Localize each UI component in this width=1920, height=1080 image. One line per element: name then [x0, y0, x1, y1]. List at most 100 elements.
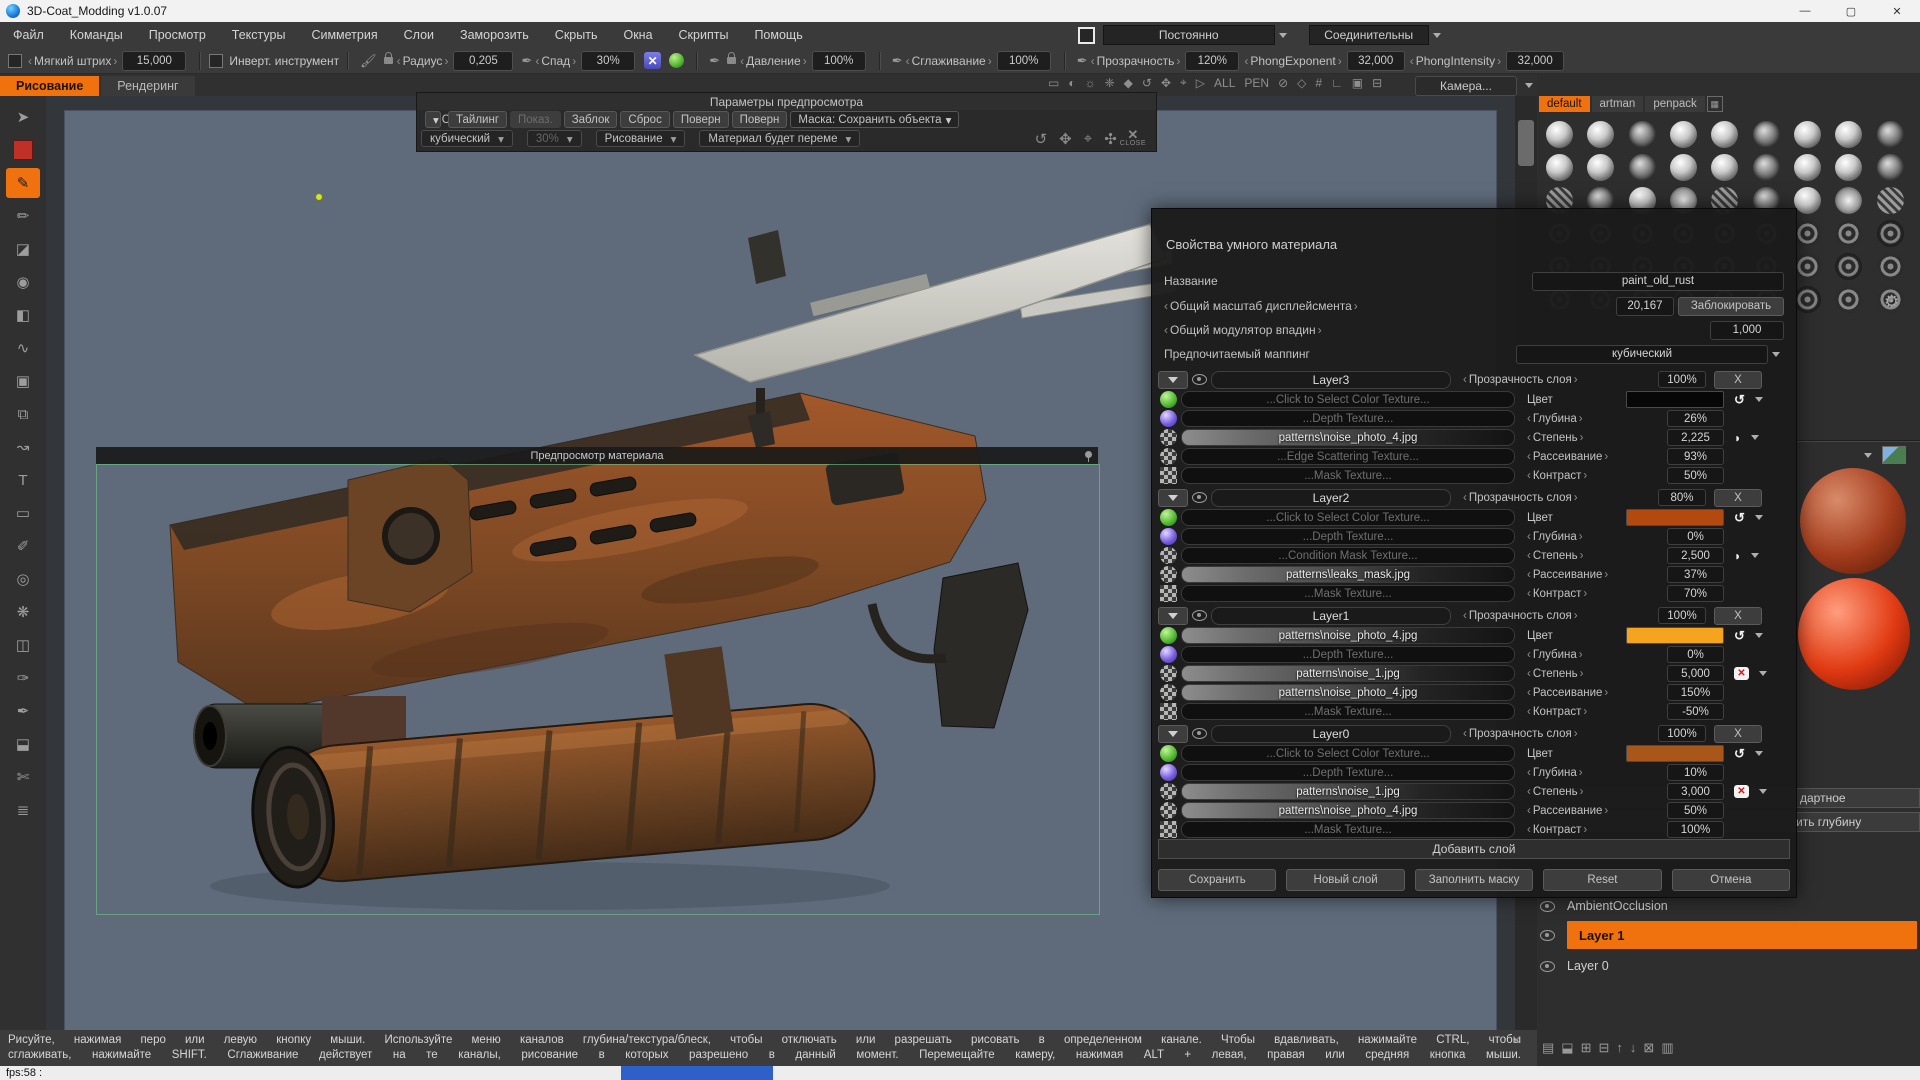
- degree-label[interactable]: Степень: [1527, 786, 1663, 798]
- trash-icon[interactable]: ⬓: [1561, 1040, 1573, 1056]
- pen-view-icon[interactable]: PEN: [1244, 76, 1269, 90]
- menu-item[interactable]: Файл: [0, 28, 57, 42]
- chevron-down-icon[interactable]: [1772, 351, 1780, 357]
- fill-mask-button[interactable]: Заполнить маску: [1414, 869, 1534, 891]
- brush-thumbnail[interactable]: [1869, 250, 1910, 283]
- condition-texture-slot[interactable]: patterns\noise_1.jpg: [1181, 665, 1515, 682]
- layer-row-ambientocclusion[interactable]: AmbientOcclusion: [1540, 896, 1917, 916]
- mask-texture-slot[interactable]: ...Mask Texture...: [1181, 703, 1515, 720]
- preview-param-dropdown[interactable]: Материал будет переме: [699, 130, 861, 147]
- depth-channel-icon[interactable]: [1160, 528, 1177, 545]
- brush-thumbnail[interactable]: [1828, 250, 1869, 283]
- contrast-value[interactable]: 70%: [1667, 585, 1724, 602]
- scattering-texture-slot[interactable]: patterns\noise_photo_4.jpg: [1181, 684, 1515, 701]
- chevron-down-icon[interactable]: [1751, 435, 1760, 440]
- collapse-layer-button[interactable]: [1158, 606, 1188, 625]
- depth-label[interactable]: Глубина: [1527, 531, 1663, 543]
- scattering-channel-icon[interactable]: [1160, 684, 1177, 701]
- collapse-layer-button[interactable]: [1158, 724, 1188, 743]
- menu-item[interactable]: Скрипты: [666, 28, 742, 42]
- new-layer-button[interactable]: Новый слой: [1286, 869, 1405, 891]
- condition-texture-slot[interactable]: patterns\noise_photo_4.jpg: [1181, 429, 1515, 446]
- disable-icon[interactable]: ⊘: [1278, 76, 1288, 90]
- degree-value[interactable]: 5,000: [1667, 665, 1724, 682]
- pressure-label[interactable]: Давление: [740, 54, 807, 68]
- shading-icon[interactable]: ◐: [1068, 76, 1075, 90]
- mask-channel-icon[interactable]: [1160, 821, 1177, 838]
- mask-texture-slot[interactable]: ...Mask Texture...: [1181, 585, 1515, 602]
- scattering-channel-icon[interactable]: [1160, 802, 1177, 819]
- close-button[interactable]: ✕: [1874, 0, 1920, 22]
- smudge-tool-icon[interactable]: ∿: [6, 333, 40, 363]
- rotate-camera-icon[interactable]: ↺: [1142, 76, 1152, 90]
- scattering-channel-icon[interactable]: [1160, 566, 1177, 583]
- color-texture-slot[interactable]: ...Click to Select Color Texture...: [1181, 745, 1515, 762]
- layer-opacity-label[interactable]: Прозрачность слоя: [1463, 492, 1654, 504]
- cavity-label[interactable]: Общий модулятор впадин: [1164, 323, 1322, 337]
- falloff-label[interactable]: Спад: [535, 54, 576, 68]
- depth-value[interactable]: 10%: [1667, 764, 1724, 781]
- preview-param-button[interactable]: Маска: Сохранить объекта: [790, 111, 960, 128]
- scattering-value[interactable]: 37%: [1667, 566, 1724, 583]
- chevron-down-icon[interactable]: [1754, 751, 1763, 756]
- cavity-value[interactable]: 1,000: [1710, 320, 1784, 340]
- grid-icon[interactable]: #: [1315, 76, 1322, 90]
- move-down-icon[interactable]: ↓: [1630, 1040, 1637, 1056]
- depth-label[interactable]: Глубина: [1527, 767, 1663, 779]
- lock-displacement-button[interactable]: Заблокировать: [1678, 296, 1784, 316]
- tab-paint[interactable]: Рисование: [0, 76, 100, 96]
- layers-view-icon[interactable]: ⊟: [1372, 76, 1382, 90]
- brush-thumbnail[interactable]: [1663, 118, 1704, 151]
- lock-icon[interactable]: [727, 52, 737, 64]
- reset-color-icon[interactable]: ↺: [1734, 628, 1745, 644]
- invert-tool-checkbox[interactable]: [209, 53, 224, 68]
- degree-label[interactable]: Степень: [1527, 432, 1663, 444]
- mapping-dropdown[interactable]: кубический: [1516, 344, 1768, 364]
- dropper-tool-icon[interactable]: ✑: [6, 663, 40, 693]
- depth-channel-icon[interactable]: [1160, 410, 1177, 427]
- folder-icon[interactable]: ▥: [1661, 1040, 1673, 1056]
- depth-texture-slot[interactable]: ...Depth Texture...: [1181, 764, 1515, 781]
- brush-thumbnail[interactable]: [1787, 118, 1828, 151]
- depth-texture-slot[interactable]: ...Depth Texture...: [1181, 528, 1515, 545]
- perspective-icon[interactable]: ▷: [1196, 76, 1205, 90]
- layer-visibility-icon[interactable]: [1192, 374, 1207, 385]
- phong-exponent-value[interactable]: 32,000: [1346, 50, 1405, 71]
- depth-value[interactable]: 0%: [1667, 646, 1724, 663]
- eye-icon[interactable]: [1540, 960, 1555, 972]
- remove-texture-icon[interactable]: ✕: [1734, 785, 1749, 798]
- brush-thumbnail[interactable]: [1869, 151, 1910, 184]
- zoom-camera-icon[interactable]: ⌖: [1180, 75, 1187, 90]
- mask-channel-icon[interactable]: [1160, 585, 1177, 602]
- degree-value[interactable]: 3,000: [1667, 783, 1724, 800]
- copy-tool-icon[interactable]: ⧉: [6, 399, 40, 429]
- depth-texture-slot[interactable]: ...Depth Texture...: [1181, 410, 1515, 427]
- comb-tool-icon[interactable]: ≣: [6, 795, 40, 825]
- layer-opacity-label[interactable]: Прозрачность слоя: [1463, 374, 1654, 386]
- phong-intensity-label[interactable]: PhongIntensity: [1410, 54, 1501, 68]
- pan-camera-icon[interactable]: ✥: [1161, 76, 1171, 90]
- contrast-label[interactable]: Контраст: [1527, 588, 1663, 600]
- collapse-layer-button[interactable]: [1158, 488, 1188, 507]
- smoothing-value[interactable]: 100%: [996, 50, 1051, 71]
- texture-chip-icon[interactable]: [1882, 446, 1906, 464]
- minimize-button[interactable]: —: [1782, 0, 1828, 22]
- delete-layer-button[interactable]: X: [1714, 724, 1762, 743]
- degree-label[interactable]: Степень: [1527, 668, 1663, 680]
- depth-value[interactable]: 26%: [1667, 410, 1724, 427]
- delete-layer-button[interactable]: X: [1714, 606, 1762, 625]
- pressure-value[interactable]: 100%: [811, 50, 866, 71]
- save-button[interactable]: Сохранить: [1158, 869, 1277, 891]
- layers-panel-icon[interactable]: ▤: [1542, 1040, 1554, 1056]
- half-tool-icon[interactable]: ◫: [6, 630, 40, 660]
- brush-icon[interactable]: 🖌︎: [360, 53, 377, 69]
- menu-item[interactable]: Текстуры: [219, 28, 299, 42]
- brush-thumbnail[interactable]: [1704, 151, 1745, 184]
- reset-color-icon[interactable]: ↺: [1734, 392, 1745, 408]
- material-name-field[interactable]: paint_old_rust: [1532, 271, 1784, 291]
- color-channel-icon[interactable]: [1160, 627, 1177, 644]
- pen-icon[interactable]: ✒: [1077, 53, 1088, 69]
- eye-icon[interactable]: [1540, 929, 1555, 941]
- brush-thumbnail[interactable]: [1869, 118, 1910, 151]
- contrast-label[interactable]: Контраст: [1527, 706, 1663, 718]
